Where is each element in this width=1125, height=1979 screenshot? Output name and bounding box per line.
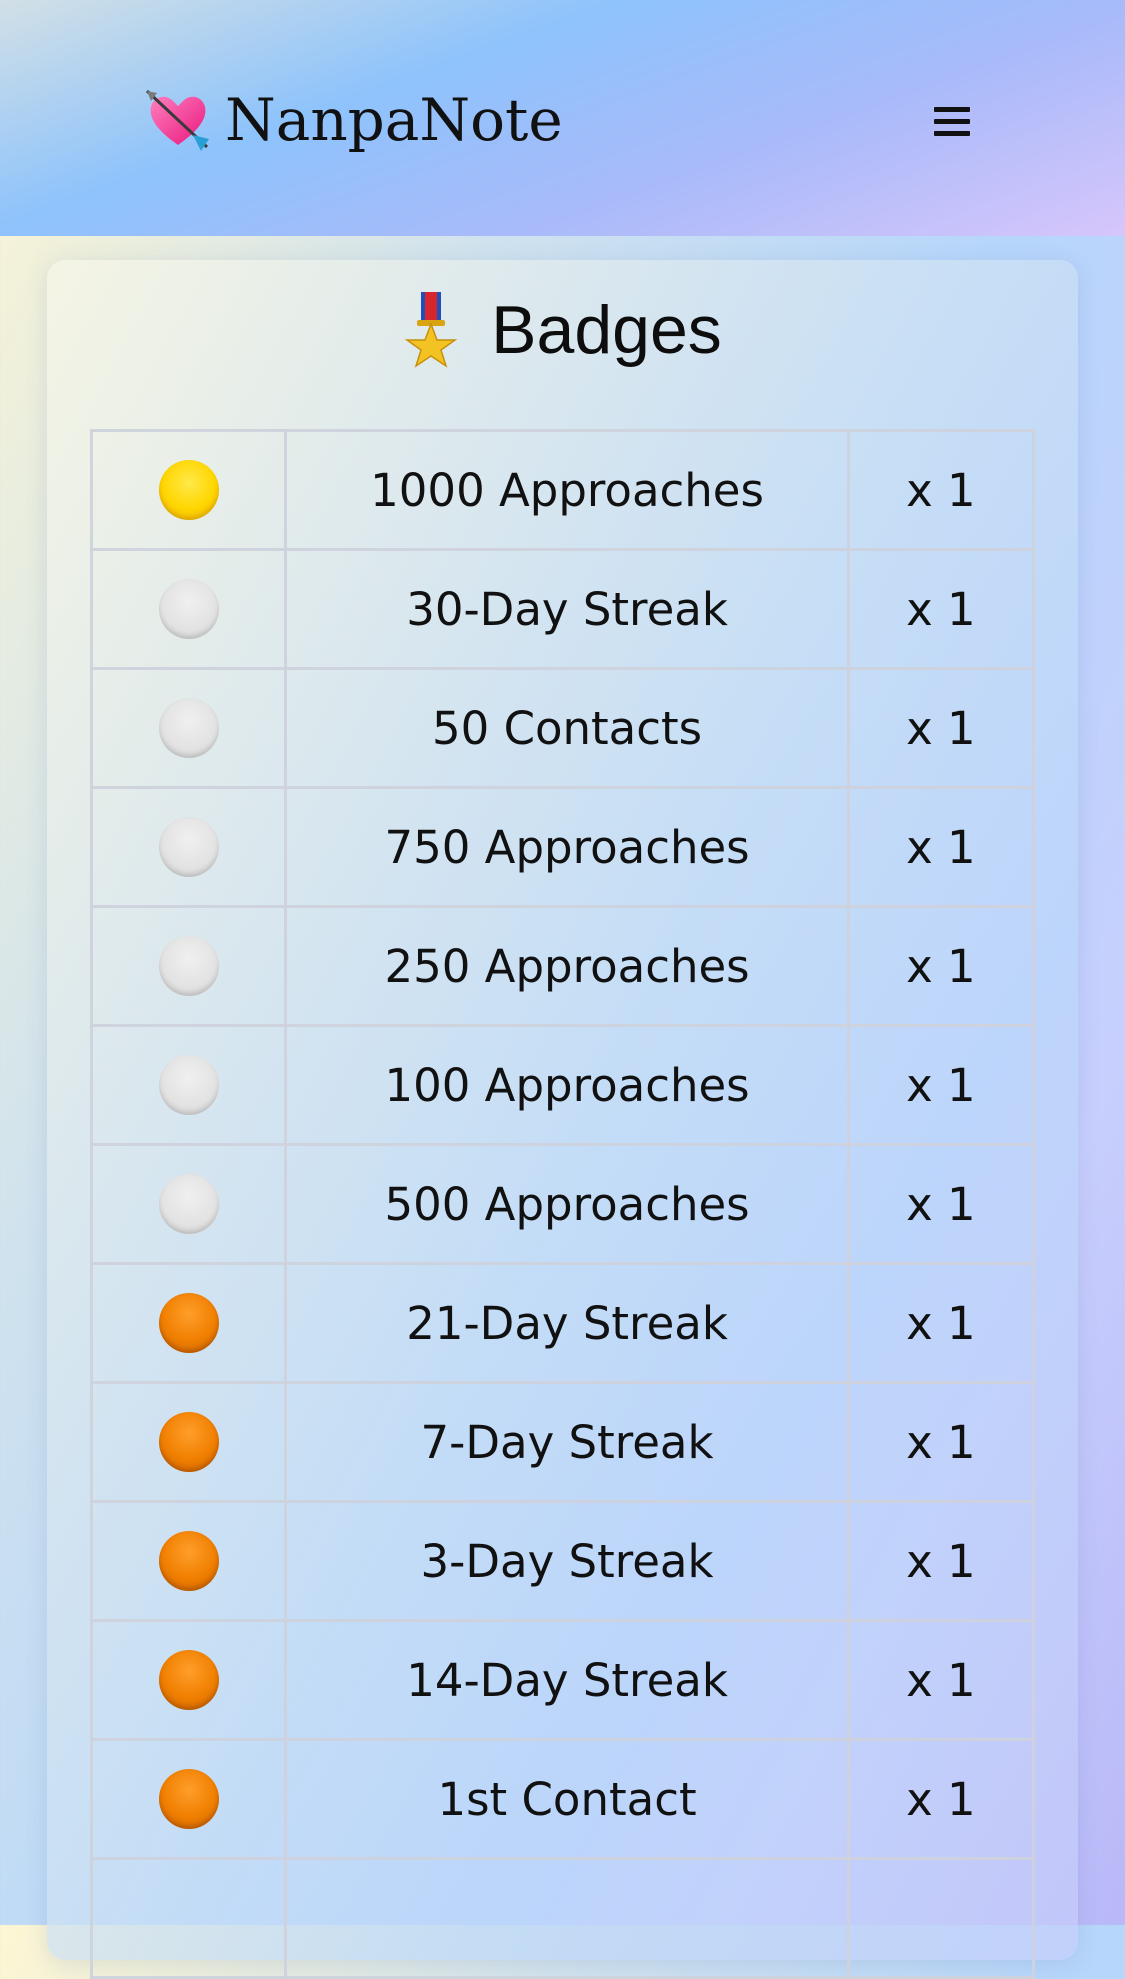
badge-icon-cell <box>89 1619 288 1741</box>
badge-count: x 1 <box>846 1738 1036 1860</box>
silver-circle-icon <box>158 579 219 639</box>
badge-count: x 1 <box>846 905 1036 1027</box>
badge-name: 500 Approaches <box>284 1143 850 1265</box>
table-row: 500 Approaches x 1 <box>89 1143 1036 1265</box>
table-row: 14-Day Streak x 1 <box>89 1619 1036 1741</box>
badge-count: x 1 <box>846 429 1036 551</box>
badge-icon-cell <box>89 548 288 670</box>
badge-icon-cell <box>89 429 288 551</box>
silver-circle-icon <box>158 1174 219 1234</box>
badge-count <box>846 1857 1036 1979</box>
badge-count: x 1 <box>846 1619 1036 1741</box>
badge-icon-cell <box>89 1143 288 1265</box>
badge-icon-cell <box>89 786 288 908</box>
badge-name: 100 Approaches <box>284 1024 850 1146</box>
badge-name: 21-Day Streak <box>284 1262 850 1384</box>
bronze-circle-icon <box>158 1769 219 1829</box>
heart-with-arrow-icon <box>145 89 209 151</box>
table-row: 1000 Approaches x 1 <box>89 429 1036 551</box>
badge-count: x 1 <box>846 667 1036 789</box>
table-row: 100 Approaches x 1 <box>89 1024 1036 1146</box>
badge-count: x 1 <box>846 1143 1036 1265</box>
app-header: NanpaNote <box>0 0 1125 236</box>
badges-card: Badges 1000 Approaches x 1 30-Day Streak x … <box>47 260 1078 1979</box>
badge-name <box>284 1857 850 1979</box>
badge-icon-cell <box>89 1857 288 1979</box>
badges-table: 1000 Approaches x 1 30-Day Streak x 1 50 Con… <box>89 429 1036 1979</box>
badge-name: 750 Approaches <box>284 786 850 908</box>
table-row: 30-Day Streak x 1 <box>89 548 1036 670</box>
brand-logo[interactable]: NanpaNote <box>145 80 563 160</box>
silver-circle-icon <box>158 817 219 877</box>
table-row: 750 Approaches x 1 <box>89 786 1036 908</box>
badge-icon-cell <box>89 1500 288 1622</box>
badge-icon-cell <box>89 905 288 1027</box>
military-medal-icon <box>404 292 458 368</box>
bronze-circle-icon <box>158 1531 219 1591</box>
table-row: 1st Contact x 1 <box>89 1738 1036 1860</box>
badge-count: x 1 <box>846 1381 1036 1503</box>
bronze-circle-icon <box>158 1412 219 1472</box>
silver-circle-icon <box>158 698 219 758</box>
silver-circle-icon <box>158 936 219 996</box>
badge-name: 250 Approaches <box>284 905 850 1027</box>
badge-icon-cell <box>89 1381 288 1503</box>
silver-circle-icon <box>158 1055 219 1115</box>
badge-icon-cell <box>89 667 288 789</box>
badge-icon-cell <box>89 1262 288 1384</box>
brand-name: NanpaNote <box>225 86 563 154</box>
table-row <box>89 1857 1036 1979</box>
table-row: 21-Day Streak x 1 <box>89 1262 1036 1384</box>
bronze-circle-icon <box>158 1293 219 1353</box>
bronze-circle-icon <box>158 1650 219 1710</box>
badge-name: 50 Contacts <box>284 667 850 789</box>
badge-icon-cell <box>89 1738 288 1860</box>
badge-name: 7-Day Streak <box>284 1381 850 1503</box>
card-title: Badges <box>47 290 1078 370</box>
badge-count: x 1 <box>846 1024 1036 1146</box>
badge-count: x 1 <box>846 1262 1036 1384</box>
badge-name: 1st Contact <box>284 1738 850 1860</box>
badge-name: 14-Day Streak <box>284 1619 850 1741</box>
table-row: 3-Day Streak x 1 <box>89 1500 1036 1622</box>
table-row: 7-Day Streak x 1 <box>89 1381 1036 1503</box>
badge-name: 3-Day Streak <box>284 1500 850 1622</box>
badge-count: x 1 <box>846 548 1036 670</box>
table-row: 250 Approaches x 1 <box>89 905 1036 1027</box>
badge-name: 1000 Approaches <box>284 429 850 551</box>
table-row: 50 Contacts x 1 <box>89 667 1036 789</box>
badge-count: x 1 <box>846 1500 1036 1622</box>
badge-icon-cell <box>89 1024 288 1146</box>
hamburger-menu-icon[interactable] <box>932 102 976 138</box>
badge-count: x 1 <box>846 786 1036 908</box>
page-title: Badges <box>491 292 722 368</box>
badge-name: 30-Day Streak <box>284 548 850 670</box>
gold-circle-icon <box>158 460 219 520</box>
